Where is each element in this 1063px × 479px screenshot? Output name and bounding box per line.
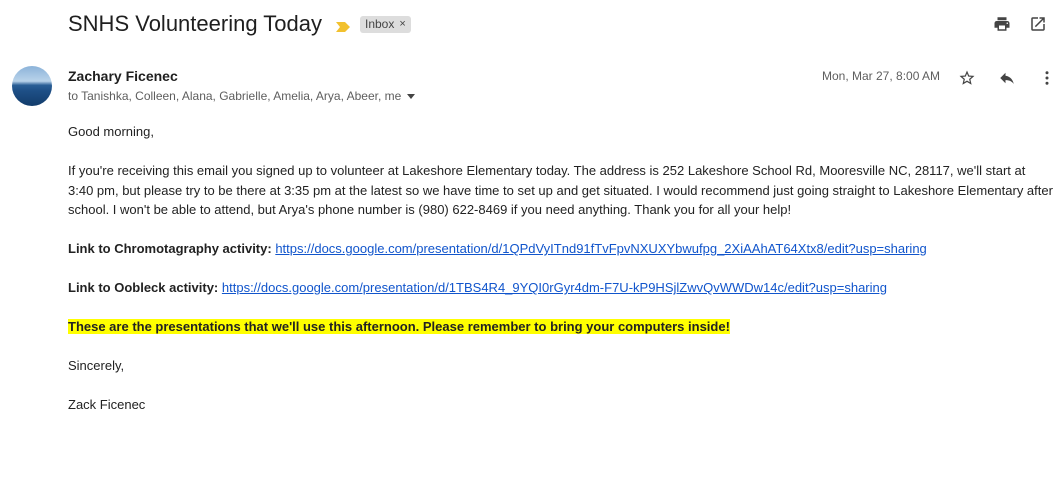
importance-marker-icon[interactable]	[335, 19, 350, 32]
link1-line: Link to Chromotagraphy activity: https:/…	[68, 239, 1053, 259]
remove-label-icon[interactable]: ×	[399, 18, 405, 30]
subject-row: SNHS Volunteering Today Inbox ×	[68, 8, 411, 40]
message-body: Good morning, If you're receiving this e…	[68, 122, 1053, 415]
label-chip-text: Inbox	[364, 16, 395, 31]
oobleck-link[interactable]: https://docs.google.com/presentation/d/1…	[222, 280, 887, 295]
link2-label: Link to Oobleck activity:	[68, 280, 219, 295]
sender-name[interactable]: Zachary Ficenec	[68, 68, 178, 84]
signature: Zack Ficenec	[68, 397, 146, 412]
recipients-text: to Tanishka, Colleen, Alana, Gabrielle, …	[68, 89, 402, 103]
closing: Sincerely,	[68, 358, 125, 373]
print-icon[interactable]	[991, 13, 1013, 35]
sender-avatar[interactable]	[12, 66, 52, 106]
greeting: Good morning,	[68, 124, 154, 139]
thread-actions	[991, 13, 1063, 35]
chromatography-link[interactable]: https://docs.google.com/presentation/d/1…	[275, 241, 926, 256]
chevron-down-icon[interactable]	[407, 93, 416, 99]
recipients-line[interactable]: to Tanishka, Colleen, Alana, Gabrielle, …	[68, 89, 416, 103]
link2-line: Link to Oobleck activity: https://docs.g…	[68, 278, 1053, 298]
reply-icon[interactable]	[995, 66, 1019, 90]
email-subject: SNHS Volunteering Today	[68, 11, 322, 36]
star-icon[interactable]	[955, 66, 979, 90]
inbox-label-chip[interactable]: Inbox ×	[359, 15, 411, 33]
body-paragraph: If you're receiving this email you signe…	[68, 163, 1053, 217]
more-options-icon[interactable]	[1035, 66, 1059, 90]
highlighted-note: These are the presentations that we'll u…	[68, 319, 730, 334]
message-actions	[955, 66, 1063, 90]
highlight-line: These are the presentations that we'll u…	[68, 317, 1053, 337]
open-in-new-window-icon[interactable]	[1027, 13, 1049, 35]
link1-label: Link to Chromotagraphy activity:	[68, 241, 272, 256]
email-date: Mon, Mar 27, 8:00 AM	[822, 69, 941, 83]
